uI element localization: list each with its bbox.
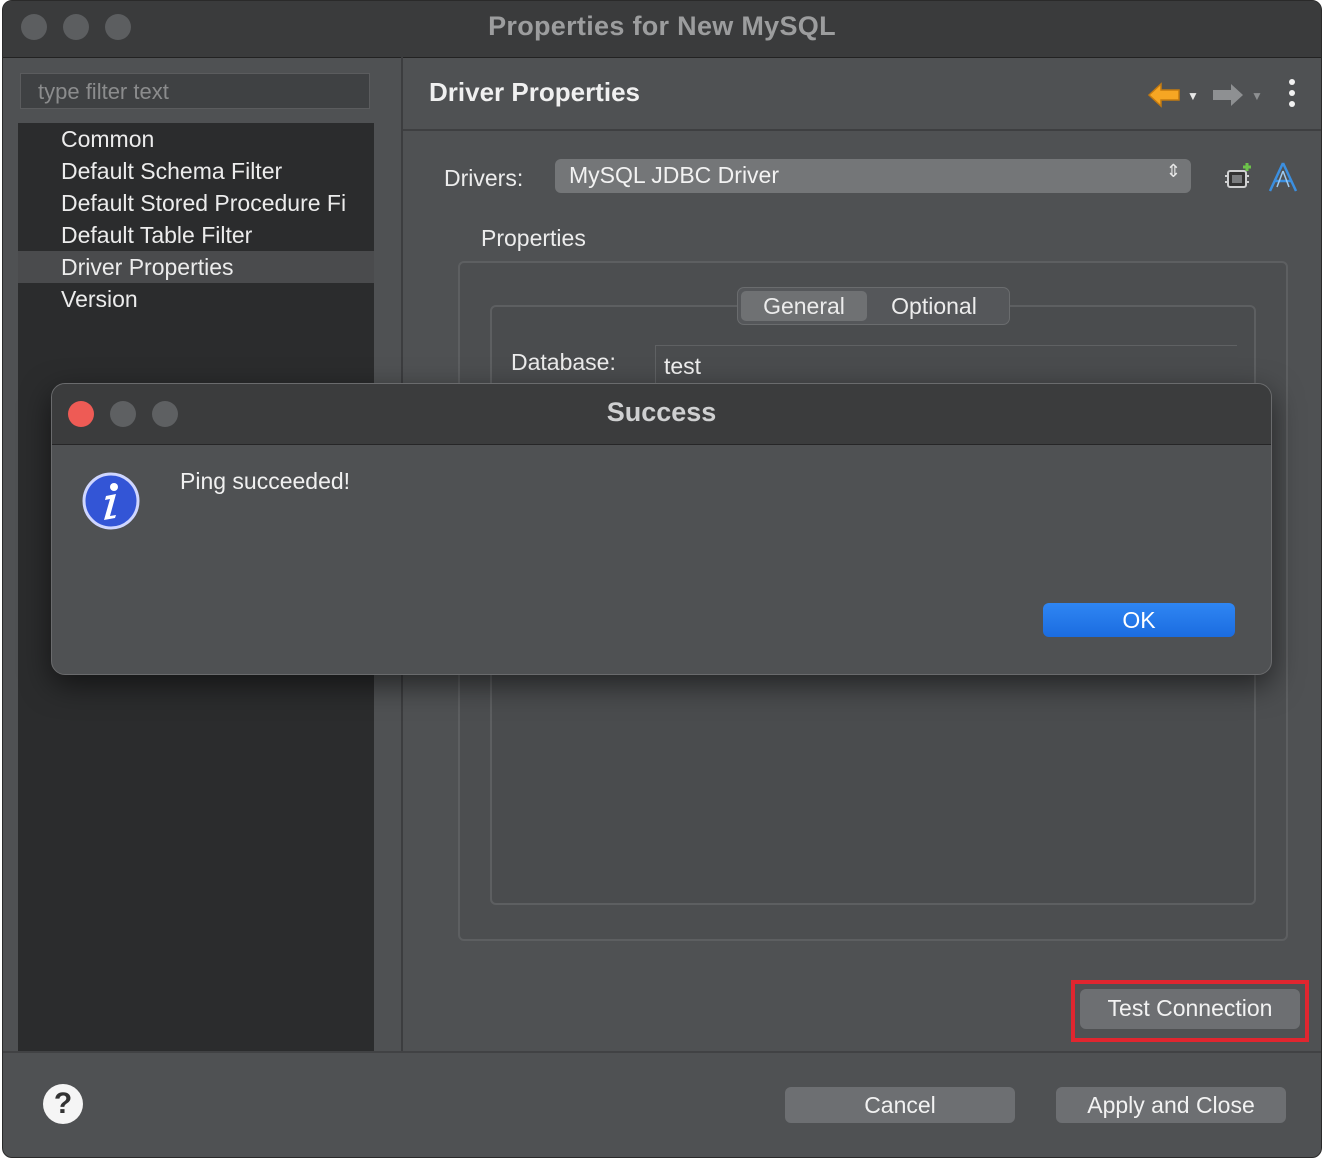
help-icon[interactable]: ? [43,1084,83,1124]
highlight-box [1071,980,1309,1042]
properties-label: Properties [481,225,586,251]
dialog-title: Success [606,397,717,427]
edit-driver-icon[interactable] [1267,161,1299,193]
sidebar-item-common[interactable]: Common [18,123,374,155]
filter-input[interactable]: type filter text [20,73,370,109]
dialog-titlebar: Success [52,384,1271,445]
drivers-label: Drivers: [444,165,524,191]
page-title: Driver Properties [429,77,640,107]
cancel-button[interactable]: Cancel [785,1087,1015,1123]
tab-optional[interactable]: Optional [870,291,998,321]
drivers-select-value: MySQL JDBC Driver [569,162,779,188]
sidebar-item-version[interactable]: Version [18,283,374,315]
success-dialog: Success Ping succeeded! OK [51,383,1272,675]
select-arrows-icon: ⇕ [1165,161,1181,181]
dialog-message: Ping succeeded! [180,468,351,494]
properties-tabs: General Optional [737,287,1010,325]
info-icon [82,472,140,530]
database-label: Database: [511,349,616,375]
drivers-select[interactable]: MySQL JDBC Driver ⇕ [555,159,1191,193]
footer-divider [3,1051,1321,1053]
ok-button[interactable]: OK [1043,603,1235,637]
sidebar-item-driver-properties[interactable]: Driver Properties [18,251,374,283]
new-driver-definition-icon[interactable] [1223,161,1255,193]
back-arrow-icon[interactable] [1147,81,1181,109]
window-titlebar: Properties for New MySQL [3,1,1321,58]
more-options-icon[interactable] [1285,79,1299,112]
apply-and-close-button[interactable]: Apply and Close [1056,1087,1286,1123]
tab-general[interactable]: General [741,291,867,321]
back-history-dropdown-icon[interactable]: ▼ [1187,89,1199,103]
sidebar-item-default-schema-filter[interactable]: Default Schema Filter [18,155,374,187]
window-title: Properties for New MySQL [488,11,836,41]
forward-arrow-icon[interactable] [1211,81,1245,109]
header-divider [403,129,1321,131]
forward-history-dropdown-icon[interactable]: ▼ [1251,89,1263,103]
database-field[interactable]: test [655,345,1237,385]
sidebar-item-default-table-filter[interactable]: Default Table Filter [18,219,374,251]
sidebar-item-default-stored-procedure-filter[interactable]: Default Stored Procedure Fi [18,187,374,219]
